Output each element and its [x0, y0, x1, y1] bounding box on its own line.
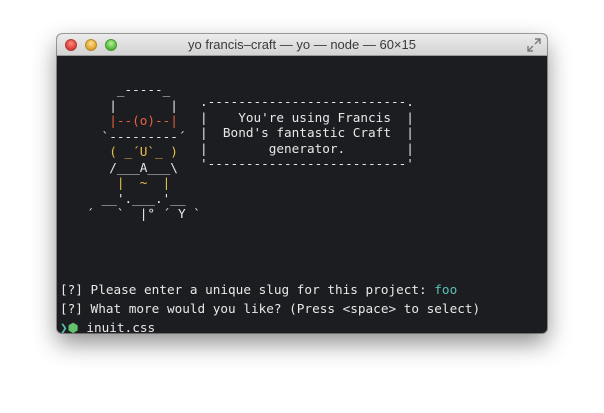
art-line: |--(o)--| — [71, 113, 178, 128]
window-title: yo francis–craft — yo — node — 60×15 — [188, 37, 416, 52]
terminal-content[interactable]: _-----_ | | |--(o)--| `---------´ ( _´U`… — [57, 56, 547, 333]
bubble-line: | Bond's fantastic Craft | — [200, 125, 414, 140]
title-bar[interactable]: yo francis–craft — yo — node — 60×15 — [57, 34, 547, 56]
speech-bubble: .--------------------------. | You're us… — [200, 94, 414, 172]
art-line: `---------´ — [71, 128, 186, 144]
terminal-window: yo francis–craft — yo — node — 60×15 _--… — [57, 34, 547, 333]
bubble-line: | You're using Francis | — [200, 109, 414, 125]
option-label: inuit.css — [86, 320, 156, 333]
art-line: /___A___\ — [71, 159, 178, 175]
bubble-line: | generator. | — [200, 140, 414, 156]
yeoman-ascii-art: _-----_ | | |--(o)--| `---------´ ( _´U`… — [71, 82, 201, 222]
fullscreen-icon[interactable] — [527, 38, 541, 52]
slug-question: [?] Please enter a unique slug for this … — [60, 280, 480, 299]
prompt-area: [?] Please enter a unique slug for this … — [60, 280, 480, 333]
slug-answer: foo — [434, 282, 458, 297]
art-line: ´ ` |° ´ Y ` — [71, 206, 201, 221]
option-inuit-css[interactable]: ❯⬢ inuit.css — [60, 318, 480, 333]
art-line: | ~ | — [71, 175, 171, 190]
hexagon-icon: ⬢ — [67, 320, 79, 333]
bubble-line: '--------------------------' — [200, 156, 414, 171]
art-line: ( _´U`_ ) — [71, 144, 178, 159]
art-line: | | — [71, 97, 178, 113]
art-line: __'.___.'__ — [71, 190, 186, 206]
cursor-arrow-icon: ❯ — [60, 320, 68, 333]
bubble-line: .--------------------------. — [200, 94, 414, 109]
art-line: _-----_ — [71, 82, 171, 97]
features-question: [?] What more would you like? (Press <sp… — [60, 301, 481, 316]
slug-question-text: [?] Please enter a unique slug for this … — [60, 282, 435, 297]
